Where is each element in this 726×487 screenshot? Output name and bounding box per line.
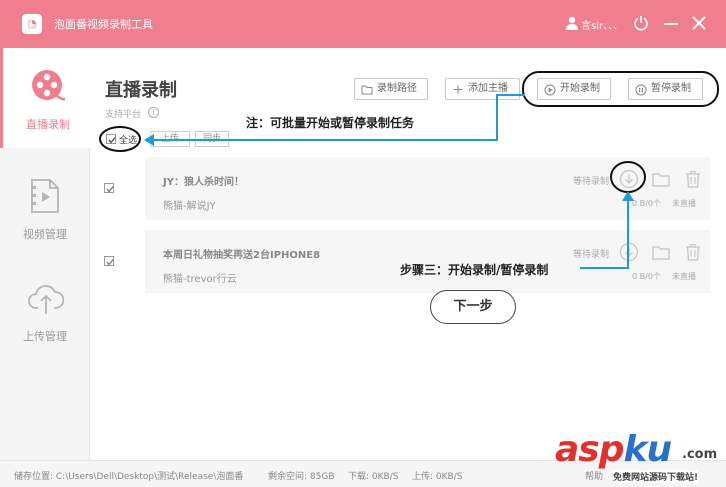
sidebar-item-live-record[interactable]: 直播录制 xyxy=(0,48,90,148)
user-name[interactable]: 言sir、、、 xyxy=(581,17,623,32)
cloud-upload-icon xyxy=(28,285,64,314)
add-host-button[interactable]: 添加主播 xyxy=(445,78,520,100)
sidebar-item-label: 直播录制 xyxy=(26,118,70,131)
sidebar-item-label: 上传管理 xyxy=(23,330,67,343)
upload-speed: 上传: 0KB/S xyxy=(412,472,463,482)
row-subtitle: 熊猫-trevor行云 xyxy=(163,274,237,285)
row-subtitle: 熊猫-解说JY xyxy=(163,201,216,212)
select-all-label[interactable]: 全选 xyxy=(119,133,137,146)
record-path-button[interactable]: 录制路径 xyxy=(354,78,428,100)
plus-icon xyxy=(453,85,463,94)
video-file-icon xyxy=(31,179,59,213)
app-title: 泡面番视频录制工具 xyxy=(54,18,153,31)
table-row[interactable]: JY：狼人杀时间！ 熊猫-解说JY 等待录制 0 B/0个 未直播 xyxy=(145,157,710,220)
trash-icon[interactable] xyxy=(683,169,703,189)
film-reel-icon xyxy=(32,70,65,101)
batch-note-annotation: 注：可批量开始或暂停录制任务 xyxy=(246,116,415,130)
supported-platforms-label: 支持平台 xyxy=(105,110,142,120)
check-icon xyxy=(106,186,114,193)
sync-button[interactable]: 同步 xyxy=(195,131,229,147)
power-icon[interactable] xyxy=(632,14,650,32)
row-live-state: 未直播 xyxy=(672,272,696,281)
pause-icon xyxy=(635,84,647,96)
folder-icon[interactable] xyxy=(651,169,671,189)
sidebar-item-video-manage[interactable]: 视频管理 xyxy=(0,158,90,258)
storage-path[interactable]: 储存位置: C:\Users\Dell\Desktop\测试\Release\泡… xyxy=(14,469,243,482)
sidebar-item-upload-manage[interactable]: 上传管理 xyxy=(0,260,90,360)
watermark: aspku .com 免费网站源码下载站! xyxy=(555,429,718,483)
row-status: 等待录制 xyxy=(573,177,610,187)
start-record-button[interactable]: 开始录制 xyxy=(537,78,611,100)
folder-icon[interactable] xyxy=(651,242,671,262)
page-title: 直播录制 xyxy=(105,80,177,101)
check-icon xyxy=(108,137,116,144)
sidebar: 直播录制 视频管理 上传管理 xyxy=(0,48,90,460)
row-size: 0 B/0个 xyxy=(632,199,661,208)
trash-icon[interactable] xyxy=(683,242,703,262)
row-status: 等待录制 xyxy=(573,250,610,260)
play-icon xyxy=(544,84,556,96)
step3-annotation: 步骤三：开始录制/暂停录制 xyxy=(400,263,549,277)
row-live-state: 未直播 xyxy=(672,199,696,208)
download-icon[interactable] xyxy=(619,169,639,189)
title-bar: ◔ 泡面番视频录制工具 言sir、、、 xyxy=(0,0,726,48)
pause-record-button[interactable]: 暂停录制 xyxy=(628,78,703,100)
close-icon[interactable] xyxy=(690,14,708,32)
upload-button[interactable]: 上传 xyxy=(150,131,190,147)
free-space: 剩余空间: 85GB xyxy=(268,472,335,482)
minimize-icon[interactable] xyxy=(662,14,680,32)
row-checkbox[interactable] xyxy=(104,256,114,266)
folder-icon xyxy=(361,85,373,95)
row-title: JY：狼人杀时间！ xyxy=(163,177,244,188)
row-title: 本周日礼物抽奖再送2台IPHONE8 xyxy=(163,250,321,261)
row-checkbox[interactable] xyxy=(104,183,114,193)
download-icon[interactable] xyxy=(619,242,639,262)
watermark-logo: aspku xyxy=(555,429,672,470)
sidebar-item-label: 视频管理 xyxy=(23,228,67,241)
app-logo-icon: ◔ xyxy=(22,14,42,34)
select-all-checkbox[interactable] xyxy=(106,134,116,144)
download-speed: 下载: 0KB/S xyxy=(348,472,399,482)
info-icon[interactable]: i xyxy=(148,107,159,118)
watermark-tagline: 免费网站源码下载站! xyxy=(613,470,699,483)
next-step-button[interactable]: 下一步 xyxy=(430,290,516,324)
check-icon xyxy=(106,259,114,266)
user-icon[interactable] xyxy=(566,16,578,30)
row-size: 0 B/0个 xyxy=(632,272,661,281)
